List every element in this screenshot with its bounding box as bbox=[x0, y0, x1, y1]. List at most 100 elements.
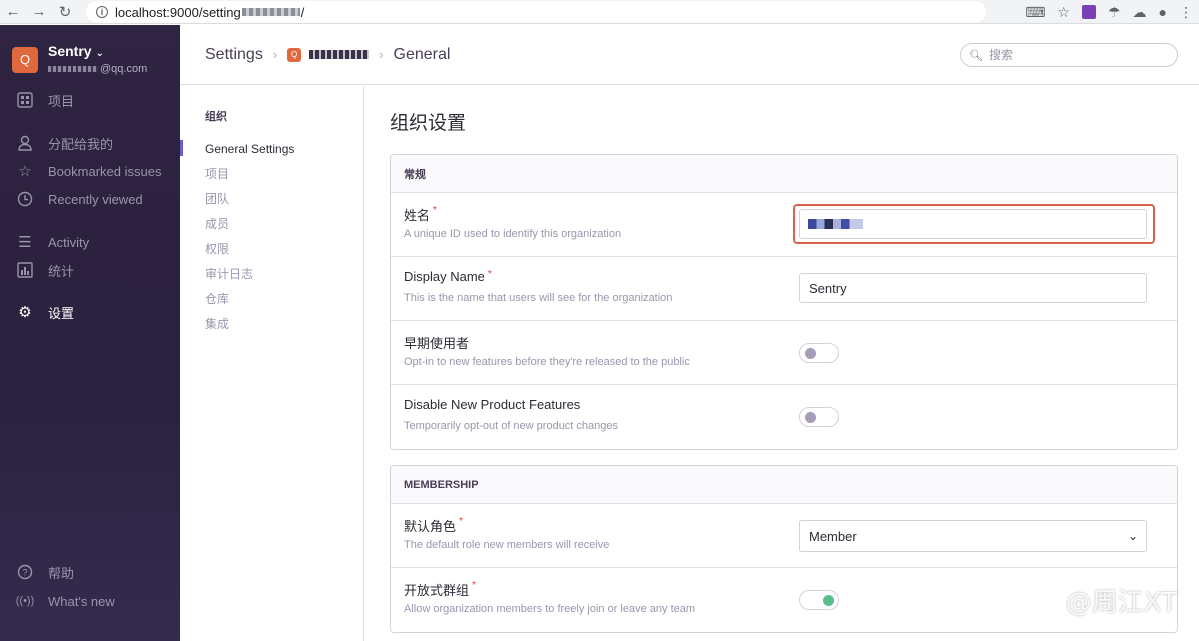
sidebar-item-settings[interactable]: ⚙ 设置 bbox=[16, 301, 74, 323]
breadcrumb-org-avatar: Q bbox=[287, 47, 302, 62]
field-help: This is the name that users will see for… bbox=[404, 292, 673, 304]
field-label: 早期使用者 bbox=[404, 336, 470, 351]
field-label: 默认角色 bbox=[404, 519, 457, 534]
address-bar[interactable]: i localhost:9000/setting / bbox=[86, 1, 986, 23]
search-box[interactable]: 🔍︎ bbox=[960, 43, 1178, 67]
user-icon bbox=[16, 134, 34, 152]
field-label: Display Name bbox=[404, 269, 485, 284]
field-label: Disable New Product Features bbox=[404, 397, 581, 412]
field-default-role: 默认角色 * The default role new members will … bbox=[391, 504, 1177, 568]
org-switcher[interactable]: Q Sentry ⌄ @qq.com bbox=[12, 43, 147, 76]
nav-link-integrations[interactable]: 集成 bbox=[205, 316, 229, 332]
main-content: 组织设置 常规 姓名 * A unique ID used to identify… bbox=[364, 86, 1199, 641]
sidebar-item-label: 分配给我的 bbox=[48, 136, 114, 152]
breadcrumb: Settings › Q › General bbox=[205, 46, 450, 64]
sidebar: Q Sentry ⌄ @qq.com 项目 分配给我的 ☆ Bookmarked… bbox=[0, 25, 180, 641]
chevron-right-icon: › bbox=[379, 47, 384, 62]
sidebar-item-bookmarked[interactable]: ☆ Bookmarked issues bbox=[16, 160, 161, 182]
default-role-select[interactable]: Member ⌄ bbox=[799, 520, 1147, 552]
settings-nav-heading: 组织 bbox=[205, 111, 227, 123]
search-icon: 🔍︎ bbox=[969, 49, 983, 62]
general-panel: 常规 姓名 * A unique ID used to identify this… bbox=[390, 154, 1178, 450]
nav-link-permissions[interactable]: 权限 bbox=[205, 241, 229, 257]
open-membership-toggle[interactable] bbox=[799, 590, 839, 610]
settings-nav: 组织 General Settings 项目 团队 成员 权限 审计日志 仓库 … bbox=[180, 86, 364, 641]
nav-active-indicator bbox=[180, 140, 183, 156]
bookmark-star-icon[interactable]: ☆ bbox=[1057, 4, 1070, 21]
nav-link-audit-log[interactable]: 审计日志 bbox=[205, 266, 253, 282]
activity-icon: ☰ bbox=[18, 234, 32, 251]
toggle-knob bbox=[823, 595, 834, 606]
projects-icon bbox=[16, 91, 34, 109]
translate-icon[interactable]: ⌨ bbox=[1025, 4, 1045, 21]
profile-icon[interactable]: ● bbox=[1159, 4, 1167, 20]
membership-panel: MEMBERSHIP 默认角色 * The default role new me… bbox=[390, 465, 1178, 633]
field-open-membership: 开放式群组 * Allow organization members to fre… bbox=[391, 568, 1177, 632]
sidebar-item-label: 项目 bbox=[48, 93, 75, 109]
back-icon[interactable]: ← bbox=[0, 0, 26, 24]
sidebar-item-label: 帮助 bbox=[48, 565, 75, 581]
panel-header: 常规 bbox=[391, 155, 1177, 193]
gear-icon: ⚙ bbox=[18, 304, 32, 321]
field-help: A unique ID used to identify this organi… bbox=[404, 228, 622, 240]
extension-icon[interactable] bbox=[1081, 5, 1096, 19]
nav-link-projects[interactable]: 项目 bbox=[205, 166, 229, 182]
url-redacted bbox=[241, 8, 300, 16]
toggle-knob bbox=[805, 412, 816, 423]
field-label: 姓名 bbox=[404, 208, 431, 223]
select-value: Member bbox=[809, 528, 857, 544]
broadcast-icon: ((•)) bbox=[15, 595, 35, 607]
field-early-adopter: 早期使用者 Opt-in to new features before they… bbox=[391, 321, 1177, 385]
early-adopter-toggle[interactable] bbox=[799, 343, 839, 363]
forward-icon[interactable]: → bbox=[26, 0, 52, 24]
toggle-knob bbox=[805, 348, 816, 359]
sidebar-item-label: Recently viewed bbox=[48, 191, 143, 207]
field-help: Opt-in to new features before they're re… bbox=[404, 356, 690, 368]
sidebar-item-label: Bookmarked issues bbox=[48, 163, 162, 179]
sidebar-item-activity[interactable]: ☰ Activity bbox=[16, 231, 89, 253]
page-header: Settings › Q › General 🔍︎ bbox=[180, 25, 1199, 85]
org-name: Sentry bbox=[48, 43, 92, 59]
browser-toolbar: ← → ↻ i localhost:9000/setting / ⌨ ☆ ☂ ☁… bbox=[0, 0, 1199, 24]
disable-features-toggle[interactable] bbox=[799, 407, 839, 427]
sidebar-item-assigned[interactable]: 分配给我的 bbox=[16, 132, 113, 154]
field-name: 姓名 * A unique ID used to identify this or… bbox=[391, 193, 1177, 257]
sidebar-item-recently-viewed[interactable]: Recently viewed bbox=[16, 188, 143, 210]
sidebar-item-label: 设置 bbox=[48, 305, 75, 321]
sidebar-item-label: 统计 bbox=[48, 263, 75, 279]
search-input[interactable] bbox=[988, 48, 1169, 62]
org-email: @qq.com bbox=[100, 63, 148, 75]
sidebar-item-whats-new[interactable]: ((•)) What's new bbox=[16, 590, 115, 612]
breadcrumb-general: General bbox=[393, 45, 451, 63]
sidebar-item-label: Activity bbox=[48, 234, 90, 250]
star-icon: ☆ bbox=[18, 163, 32, 180]
url-suffix: / bbox=[300, 4, 305, 20]
field-disable-features: Disable New Product Features Temporarily… bbox=[391, 385, 1177, 449]
sidebar-item-help[interactable]: ? 帮助 bbox=[16, 561, 74, 583]
cloud-extension-icon[interactable]: ☁ bbox=[1133, 4, 1147, 21]
svg-text:?: ? bbox=[22, 568, 27, 578]
breadcrumb-settings[interactable]: Settings bbox=[205, 46, 263, 64]
reload-icon[interactable]: ↻ bbox=[52, 0, 78, 24]
field-help: Temporarily opt-out of new product chang… bbox=[404, 420, 619, 432]
nav-link-general-settings[interactable]: General Settings bbox=[205, 141, 294, 157]
menu-dots-icon[interactable]: ⋮ bbox=[1179, 4, 1193, 21]
nav-link-repos[interactable]: 仓库 bbox=[205, 291, 229, 307]
display-name-input[interactable] bbox=[799, 273, 1147, 303]
required-mark: * bbox=[459, 516, 463, 527]
sidebar-item-projects[interactable]: 项目 bbox=[16, 89, 74, 111]
required-mark: * bbox=[433, 205, 437, 216]
breadcrumb-org-redacted[interactable] bbox=[309, 50, 370, 59]
clock-icon bbox=[16, 190, 34, 208]
umbrella-extension-icon[interactable]: ☂ bbox=[1108, 4, 1121, 21]
info-icon[interactable]: i bbox=[96, 6, 108, 18]
sidebar-item-stats[interactable]: 统计 bbox=[16, 259, 74, 281]
stats-icon bbox=[16, 261, 34, 279]
page-title: 组织设置 bbox=[390, 113, 467, 134]
chevron-down-icon: ⌄ bbox=[95, 48, 104, 59]
field-label: 开放式群组 bbox=[404, 583, 470, 598]
required-mark: * bbox=[487, 269, 492, 280]
nav-link-members[interactable]: 成员 bbox=[205, 216, 229, 232]
nav-link-teams[interactable]: 团队 bbox=[205, 191, 229, 207]
org-avatar: Q bbox=[12, 46, 38, 73]
